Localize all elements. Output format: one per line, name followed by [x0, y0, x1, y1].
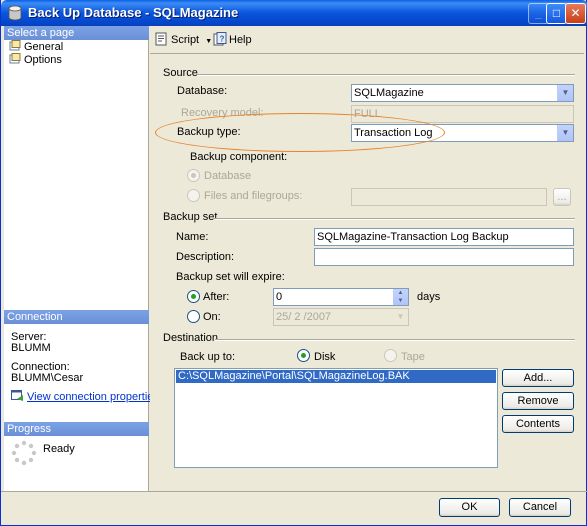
destination-tape-label: Tape — [401, 351, 425, 363]
destination-tape-radio[interactable] — [384, 349, 397, 362]
backup-set-group-line — [214, 218, 575, 220]
backup-name-value: SQLMagazine-Transaction Log Backup — [317, 231, 509, 243]
description-input[interactable] — [314, 248, 574, 266]
right-pane: Script ▼ ? Help Source Database: SQLMaga… — [150, 26, 584, 491]
chevron-down-icon: ▼ — [392, 309, 408, 325]
chevron-up-icon[interactable]: ▲ — [393, 289, 408, 297]
add-button[interactable]: Add... — [502, 369, 574, 387]
destination-disk-label: Disk — [314, 351, 336, 363]
server-value: BLUMM — [11, 342, 51, 354]
chevron-down-icon: ▼ — [205, 38, 213, 45]
page-icon — [9, 40, 21, 51]
window-title: Back Up Database - SQLMagazine — [28, 5, 239, 20]
page-item-label: Options — [24, 54, 62, 66]
progress-header: Progress — [4, 422, 149, 436]
expire-label: Backup set will expire: — [176, 271, 285, 283]
title-bar[interactable]: Back Up Database - SQLMagazine _ □ ✕ — [1, 0, 587, 26]
svg-text:?: ? — [220, 35, 225, 44]
backup-name-input[interactable]: SQLMagazine-Transaction Log Backup — [314, 228, 574, 246]
component-files-radio[interactable] — [187, 189, 200, 202]
component-files-label: Files and filegroups: — [204, 190, 303, 202]
source-group-line — [197, 74, 575, 76]
files-filegroups-field — [351, 188, 547, 206]
stepper-arrows[interactable]: ▲ ▼ — [393, 289, 408, 305]
chevron-down-icon[interactable]: ▼ — [557, 85, 573, 101]
page-item-general[interactable]: General — [9, 40, 63, 53]
database-combo[interactable]: SQLMagazine ▼ — [351, 84, 574, 102]
destination-group-label: Destination — [163, 332, 219, 344]
backup-set-group-label: Backup set — [163, 211, 218, 223]
destination-group-line — [215, 339, 575, 341]
highlight-annotation — [155, 113, 445, 152]
component-database-label: Database — [204, 170, 252, 182]
select-page-header: Select a page — [4, 26, 149, 40]
script-icon — [155, 32, 167, 46]
expire-days-stepper[interactable]: 0 ▲ ▼ — [273, 288, 409, 306]
script-label: Script — [171, 34, 200, 46]
cancel-button[interactable]: Cancel — [509, 498, 571, 517]
maximize-button[interactable]: □ — [546, 3, 567, 24]
ok-button[interactable]: OK — [439, 498, 500, 517]
expire-date-picker: 25/ 2 /2007 ▼ — [273, 308, 409, 326]
expire-after-radio[interactable] — [187, 290, 200, 303]
progress-status: Ready — [43, 443, 75, 455]
connection-header: Connection — [4, 310, 149, 324]
chevron-down-icon[interactable]: ▼ — [557, 125, 573, 141]
expire-on-radio[interactable] — [187, 310, 200, 323]
close-button[interactable]: ✕ — [565, 3, 586, 24]
expire-on-label: On: — [203, 311, 221, 323]
expire-days-value: 0 — [276, 291, 283, 303]
expire-after-label: After: — [203, 291, 230, 303]
help-label: Help — [229, 34, 252, 46]
help-button[interactable]: ? Help — [213, 32, 252, 48]
maximize-icon: □ — [552, 6, 561, 20]
script-button[interactable]: Script ▼ — [155, 32, 212, 48]
page-item-options[interactable]: Options — [9, 53, 62, 66]
left-pane: Select a page General Options Connection… — [4, 26, 159, 491]
remove-button[interactable]: Remove — [502, 392, 574, 410]
expire-date-value: 25/ 2 /2007 — [276, 311, 332, 323]
chevron-down-icon[interactable]: ▼ — [393, 297, 408, 305]
page-item-label: General — [24, 41, 64, 53]
contents-button[interactable]: Contents — [502, 415, 574, 433]
destination-list[interactable]: C:\SQLMagazine\Portal\SQLMagazineLog.BAK — [174, 368, 498, 468]
view-connection-link-text[interactable]: View connection properties — [27, 391, 159, 403]
database-value: SQLMagazine — [354, 87, 424, 99]
back-up-database-dialog: Back Up Database - SQLMagazine _ □ ✕ Sel… — [0, 0, 587, 526]
database-icon — [8, 5, 22, 21]
view-connection-properties-link[interactable]: View connection properties — [11, 390, 159, 403]
backup-component-label: Backup component: — [190, 151, 288, 163]
help-icon: ? — [213, 32, 227, 46]
page-icon — [9, 53, 21, 64]
component-database-radio[interactable] — [187, 169, 200, 182]
dialog-footer: OK Cancel — [1, 491, 587, 526]
name-label: Name: — [176, 231, 209, 243]
properties-icon — [11, 390, 23, 401]
minimize-icon: _ — [535, 6, 542, 20]
close-icon: ✕ — [570, 6, 581, 20]
destination-disk-radio[interactable] — [297, 349, 310, 362]
progress-spinner-icon — [11, 440, 37, 466]
database-label: Database: — [177, 85, 228, 97]
toolbar-separator — [150, 53, 584, 54]
days-label: days — [417, 291, 441, 303]
source-group-label: Source — [163, 67, 198, 79]
browse-files-button[interactable]: ... — [553, 188, 571, 206]
description-label: Description: — [176, 251, 235, 263]
backup-to-label: Back up to: — [180, 351, 236, 363]
list-item[interactable]: C:\SQLMagazine\Portal\SQLMagazineLog.BAK — [176, 370, 496, 383]
connection-value: BLUMM\Cesar — [11, 372, 84, 384]
